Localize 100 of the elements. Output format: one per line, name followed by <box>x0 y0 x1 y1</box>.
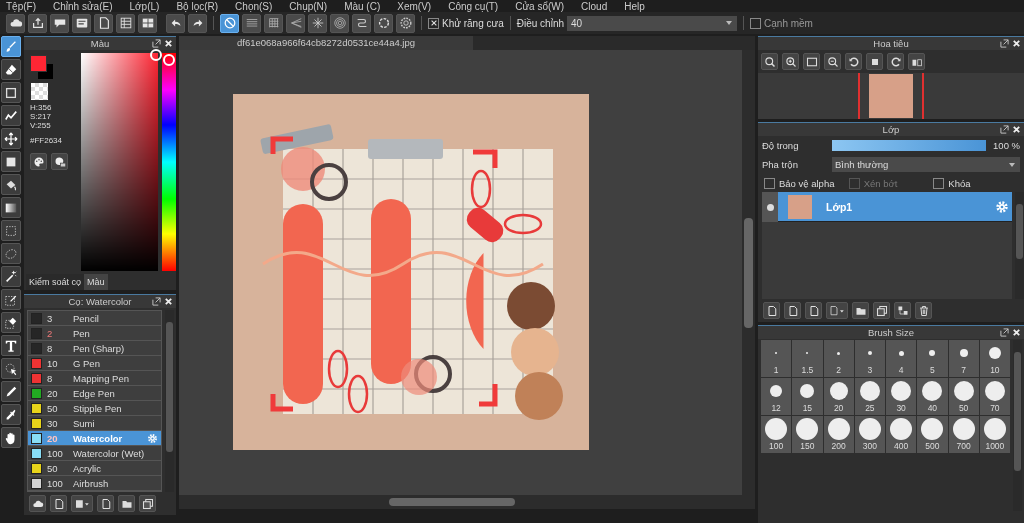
flip-icon[interactable] <box>908 53 925 70</box>
menu-item[interactable]: Cloud <box>581 0 608 12</box>
brush-size-option[interactable]: 40 <box>917 378 948 415</box>
brush-size-option[interactable]: 500 <box>917 416 948 453</box>
rotate-left-icon[interactable] <box>845 53 862 70</box>
brush-size-option[interactable]: 15 <box>792 378 823 415</box>
menu-item[interactable]: Cửa sổ(W) <box>515 0 565 12</box>
gear-icon[interactable] <box>147 432 158 444</box>
palette-button[interactable] <box>30 153 47 170</box>
transparent-swatch[interactable] <box>31 83 48 100</box>
move-tool-button[interactable] <box>1 128 21 149</box>
brush-list-item[interactable]: 20 Edge Pen <box>28 386 161 401</box>
add-brush-dropdown[interactable] <box>71 495 93 512</box>
brush-size-option[interactable]: 150 <box>792 416 823 453</box>
menu-item[interactable]: Help <box>624 0 645 12</box>
hue-handle[interactable] <box>163 54 176 67</box>
brush-size-option[interactable]: 200 <box>823 416 854 453</box>
rect-outline-tool-button[interactable] <box>1 82 21 103</box>
rotate-right-icon[interactable] <box>887 53 904 70</box>
duplicate-button[interactable] <box>139 495 156 512</box>
menu-item[interactable]: Tệp(F) <box>6 0 36 12</box>
cog-guide-button[interactable] <box>396 13 415 33</box>
menu-item[interactable]: Xem(V) <box>397 0 432 12</box>
no-entry-guide-button[interactable] <box>220 13 239 33</box>
brush-size-option[interactable]: 7 <box>948 340 979 377</box>
brush-size-option[interactable]: 2 <box>823 340 854 377</box>
page-button[interactable] <box>97 495 114 512</box>
eyedropper-tool-button[interactable] <box>1 404 21 425</box>
share-button[interactable] <box>28 13 47 33</box>
menu-item[interactable]: Lớp(L) <box>129 0 160 12</box>
palette-button[interactable] <box>51 153 68 170</box>
page-button[interactable] <box>94 13 113 33</box>
menu-item[interactable]: Bộ lọc(R) <box>176 0 219 12</box>
grid-guide-button[interactable] <box>264 13 283 33</box>
close-icon[interactable] <box>164 39 173 48</box>
soft-edge-checkbox[interactable] <box>750 17 762 29</box>
view-frame[interactable] <box>858 73 924 119</box>
dotted-rect-tool-button[interactable] <box>1 220 21 241</box>
brush-list-item[interactable]: 50 Stipple Pen <box>28 401 161 416</box>
select-eraser-tool-button[interactable] <box>1 312 21 333</box>
brush-list-item[interactable]: 50 Acrylic <box>28 461 161 476</box>
new-layer-button[interactable] <box>763 302 780 319</box>
trash-icon[interactable] <box>915 302 932 319</box>
antialias-checkbox[interactable] <box>428 17 439 29</box>
popout-icon[interactable] <box>1000 125 1009 134</box>
brush-size-option[interactable]: 700 <box>948 416 979 453</box>
dashed-circle-guide-button[interactable] <box>374 13 393 33</box>
brush-size-option[interactable]: 12 <box>761 378 792 415</box>
wand-tool-button[interactable] <box>1 266 21 287</box>
document-tab[interactable]: df61e068a966f64cb8272d0531ce44a4.jpg <box>179 36 474 50</box>
correction-dropdown[interactable]: 40 <box>567 15 738 31</box>
bucket-tool-button[interactable] <box>1 174 21 195</box>
scrollbar[interactable] <box>1015 192 1024 299</box>
brush-size-option[interactable]: 5 <box>917 340 948 377</box>
close-icon[interactable] <box>164 297 173 306</box>
popout-icon[interactable] <box>152 39 161 48</box>
brush-list-item[interactable]: 3 Pencil <box>28 311 161 326</box>
select-pen-tool-button[interactable] <box>1 289 21 310</box>
grid-edit-button[interactable] <box>138 13 157 33</box>
duplicate-button[interactable] <box>873 302 890 319</box>
blend-mode-dropdown[interactable]: Bình thường <box>832 157 1020 172</box>
zoom-icon[interactable] <box>761 53 778 70</box>
undo-button[interactable] <box>166 13 185 33</box>
visibility-toggle[interactable] <box>762 192 778 222</box>
brush-list-item[interactable]: 100 Watercolor (Wet) <box>28 446 161 461</box>
list-button[interactable] <box>116 13 135 33</box>
brush-size-option[interactable]: 50 <box>948 378 979 415</box>
brush-size-option[interactable]: 30 <box>886 378 917 415</box>
page-button[interactable] <box>805 302 822 319</box>
note-button[interactable] <box>72 13 91 33</box>
brush-size-option[interactable]: 100 <box>761 416 792 453</box>
checkbox[interactable] <box>933 177 945 189</box>
scrollbar[interactable] <box>179 495 755 509</box>
fit-screen-icon[interactable] <box>803 53 820 70</box>
folder-button[interactable] <box>852 302 869 319</box>
panel-tab[interactable]: Màu <box>84 274 108 290</box>
add-layer-dropdown[interactable] <box>826 302 848 319</box>
scrollbar[interactable] <box>165 310 174 492</box>
brush-list-item[interactable]: 8 Pen (Sharp) <box>28 341 161 356</box>
gradient-tool-button[interactable] <box>1 197 21 218</box>
brush-size-option[interactable]: 4 <box>886 340 917 377</box>
close-icon[interactable] <box>1012 125 1021 134</box>
hand-tool-button[interactable] <box>1 427 21 448</box>
brush-size-option[interactable]: 70 <box>979 378 1010 415</box>
square-tool-button[interactable] <box>1 151 21 172</box>
pen-tool-button[interactable] <box>1 381 21 402</box>
curve-guide-button[interactable] <box>352 13 371 33</box>
popout-icon[interactable] <box>152 297 161 306</box>
brush-size-option[interactable]: 20 <box>823 378 854 415</box>
brush-list-item[interactable]: 10 G Pen <box>28 356 161 371</box>
menu-item[interactable]: Màu (C) <box>344 0 381 12</box>
cloud-download-button[interactable] <box>29 495 46 512</box>
checkbox[interactable] <box>764 177 775 189</box>
page-button[interactable] <box>784 302 801 319</box>
brush-size-option[interactable]: 400 <box>886 416 917 453</box>
brush-size-option[interactable]: 1000 <box>979 416 1010 453</box>
popout-icon[interactable] <box>1000 39 1009 48</box>
brush-size-option[interactable]: 10 <box>979 340 1010 377</box>
converging-lines-guide-button[interactable] <box>286 13 305 33</box>
brush-size-option[interactable]: 300 <box>854 416 885 453</box>
